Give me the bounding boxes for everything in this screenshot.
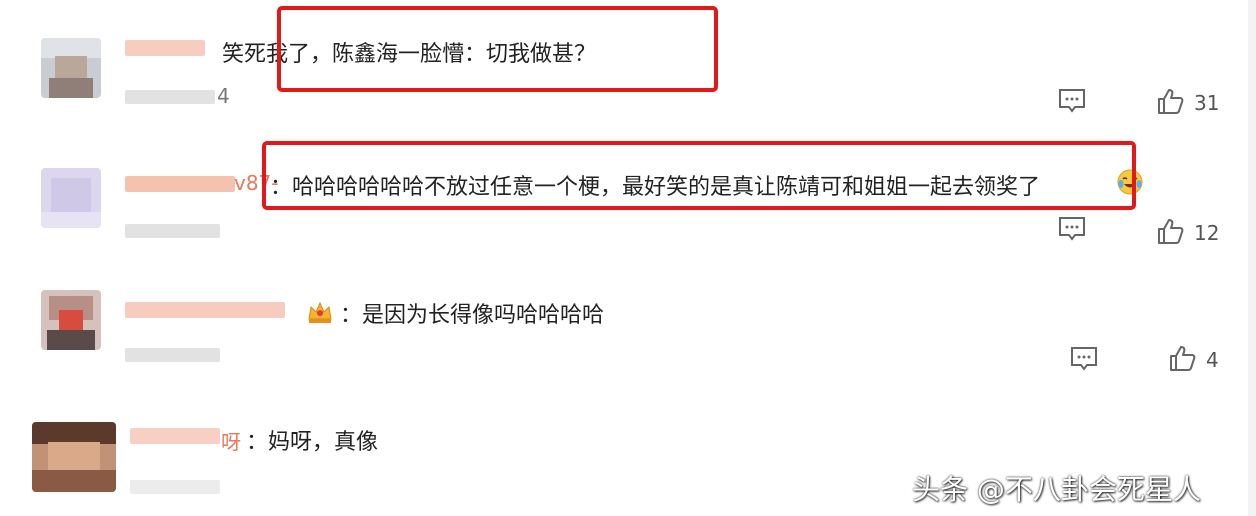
username-tail[interactable]: 呀 [221,426,241,455]
reply-button[interactable] [1058,216,1086,246]
like-icon [1156,87,1184,119]
comment-item-3: ：是因为长得像吗哈哈哈哈 4 [0,280,1256,402]
username-blurred[interactable] [125,40,205,56]
avatar[interactable] [41,38,101,98]
reply-button[interactable] [1058,88,1086,118]
comment-meta-blurred [125,90,215,104]
reply-icon [1058,88,1086,118]
avatar[interactable] [41,290,101,350]
username-blurred[interactable] [130,428,220,444]
reply-icon [1058,216,1086,246]
reply-icon [1070,346,1098,376]
crown-badge-icon [306,299,334,329]
like-button[interactable]: 4 [1168,344,1219,376]
laugh-cry-emoji [1116,168,1144,200]
like-icon [1168,344,1196,376]
comment-text: ：是因为长得像吗哈哈哈哈 [340,303,605,328]
comment-meta-tail: 4 [217,84,230,108]
like-button[interactable]: 12 [1156,217,1219,249]
comment-text: ：妈呀，真像 [246,430,379,455]
username-blurred[interactable] [125,176,235,192]
like-button[interactable]: 31 [1156,87,1219,119]
watermark: 头条 @不八卦会死星人 [912,473,1201,506]
reply-button[interactable] [1070,346,1098,376]
like-count: 12 [1194,221,1220,245]
comment-meta-blurred [125,224,220,238]
comment-text: 笑死我了，陈鑫海一脸懵：切我做甚？ [222,42,597,67]
comment-item-1: 4 笑死我了，陈鑫海一脸懵：切我做甚？ 31 [0,0,1256,140]
avatar[interactable] [32,422,116,492]
comment-meta-blurred [130,480,220,494]
username-blurred[interactable] [125,302,285,318]
like-count: 4 [1206,348,1219,372]
comment-meta-blurred [125,348,220,362]
avatar[interactable] [41,168,101,228]
like-count: 31 [1194,91,1220,115]
comment-text: ：哈哈哈哈哈哈不放过任意一个梗，最好笑的是真让陈靖可和姐姐一起去领奖了 [270,175,1041,200]
comment-item-2: v87- ：哈哈哈哈哈哈不放过任意一个梗，最好笑的是真让陈靖可和姐姐一起去领奖了… [0,140,1256,280]
like-icon [1156,217,1184,249]
